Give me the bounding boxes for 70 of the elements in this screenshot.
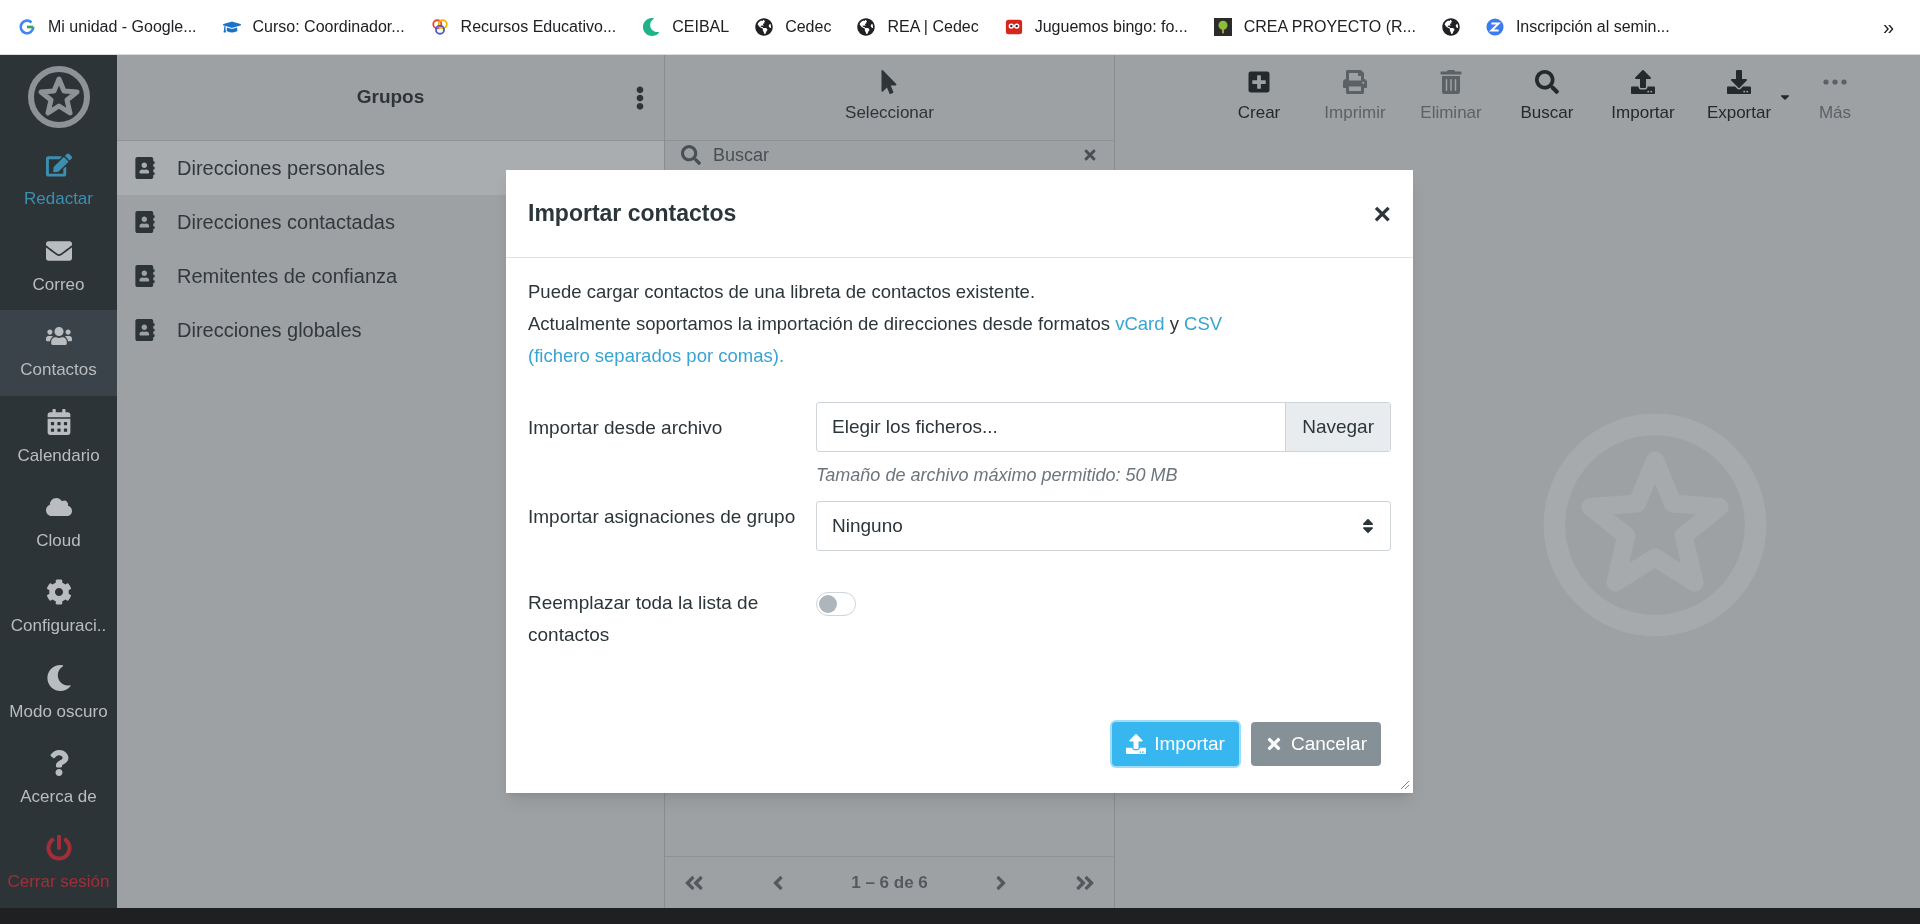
bookmark-link[interactable]: Cedec (755, 15, 832, 39)
field-label: Importar desde archivo (528, 416, 724, 440)
star-logo-icon (26, 65, 91, 130)
sidebar-nav-item[interactable]: Configuraci.. (0, 566, 117, 652)
moon-icon (45, 664, 72, 691)
bookmark-link[interactable]: Curso: Coordinador... (222, 15, 405, 39)
sidebar-nav-item[interactable]: Cloud (0, 481, 117, 567)
cancel-button[interactable]: Cancelar (1250, 722, 1381, 766)
address-book-icon (135, 211, 155, 233)
globe-icon (1441, 18, 1460, 36)
dialog-title: Importar contactos (528, 199, 737, 229)
toolbar-button[interactable]: Crear (1220, 70, 1298, 126)
sidebar-nav-item[interactable]: Calendario (0, 395, 117, 481)
bookmark-link[interactable]: CREA PROYECTO (R... (1213, 15, 1416, 39)
bookmark-link[interactable] (1441, 18, 1460, 36)
sidebar-nav-item[interactable]: Contactos (0, 310, 117, 396)
power-icon (45, 835, 72, 862)
bookmark-link[interactable]: CEIBAL (642, 15, 730, 39)
sidebar-nav-item[interactable]: Acerca de (0, 737, 117, 823)
search-icon (681, 145, 701, 165)
address-book-icon (135, 157, 155, 179)
close-button[interactable]: × (1373, 198, 1391, 229)
download-icon (1727, 70, 1751, 95)
sidebar-nav-item[interactable]: Modo oscuro (0, 651, 117, 738)
file-size-hint: Tamaño de archivo máximo permitido: 50 MB (816, 464, 1179, 487)
bookmarks-overflow-button[interactable]: » (1874, 12, 1902, 42)
bookmark-link[interactable]: REA | Cedec (857, 15, 979, 39)
sidebar-nav-item[interactable]: Correo (0, 224, 117, 311)
resize-grip-icon (1398, 778, 1410, 790)
field-label: Reemplazar toda la lista de contactos (528, 591, 760, 647)
globe-icon (755, 18, 774, 36)
upload-icon (1631, 70, 1655, 95)
globe-icon (857, 18, 876, 36)
upload-icon (1126, 734, 1147, 754)
z-icon (1485, 18, 1504, 36)
field-label: Importar asignaciones de grupo (528, 505, 797, 529)
search-icon (1535, 70, 1559, 95)
bookmark-link[interactable]: Inscripción al semin... (1485, 15, 1670, 39)
more-icon (1823, 79, 1847, 86)
calendar-icon (45, 408, 72, 435)
trash-icon (1439, 70, 1463, 95)
bookmark-link[interactable]: Recursos Educativo... (430, 15, 617, 39)
toolbar-button[interactable]: Buscar (1508, 70, 1586, 126)
address-book-icon (135, 265, 155, 287)
sort-icon (1361, 517, 1375, 535)
bookmark-link[interactable]: Juguemos bingo: fo... (1004, 15, 1188, 39)
plus-icon (1247, 70, 1271, 95)
replace-toggle[interactable] (816, 592, 856, 616)
settings-icon (45, 579, 72, 606)
pagination-count: 1 – 6 de 6 (851, 871, 928, 894)
panel-title: Grupos (356, 85, 425, 110)
colored-g-icon (18, 18, 36, 36)
search-field[interactable]: Buscar (665, 141, 1114, 169)
toolbar-button[interactable]: Importar (1604, 70, 1682, 126)
toolbar-button[interactable]: Exportar (1700, 70, 1778, 126)
printer-icon (1343, 70, 1367, 95)
sidebar-nav-item[interactable]: Redactar (0, 139, 117, 225)
file-picker-field[interactable]: Elegir los ficheros... Navegar (816, 402, 1391, 452)
rings-icon (430, 18, 449, 36)
select-button[interactable]: Seleccionar (845, 69, 934, 126)
intro-text: Puede cargar contactos de una libreta de contactos existente. (528, 280, 1036, 304)
tree-icon (1213, 18, 1232, 36)
address-book-icon (135, 319, 155, 341)
group-select[interactable]: Ninguno (816, 501, 1391, 551)
crescent-icon (642, 18, 661, 36)
intro-text: Actualmente soportamos la importación de direcciones desde formatos vCard y CSV (fichero separados por comas). (528, 312, 1224, 368)
bookmark-link[interactable]: Mi unidad - Google... (18, 15, 197, 39)
edit-icon (45, 152, 72, 179)
owl-icon (1004, 18, 1023, 36)
close-icon[interactable] (1082, 147, 1098, 163)
